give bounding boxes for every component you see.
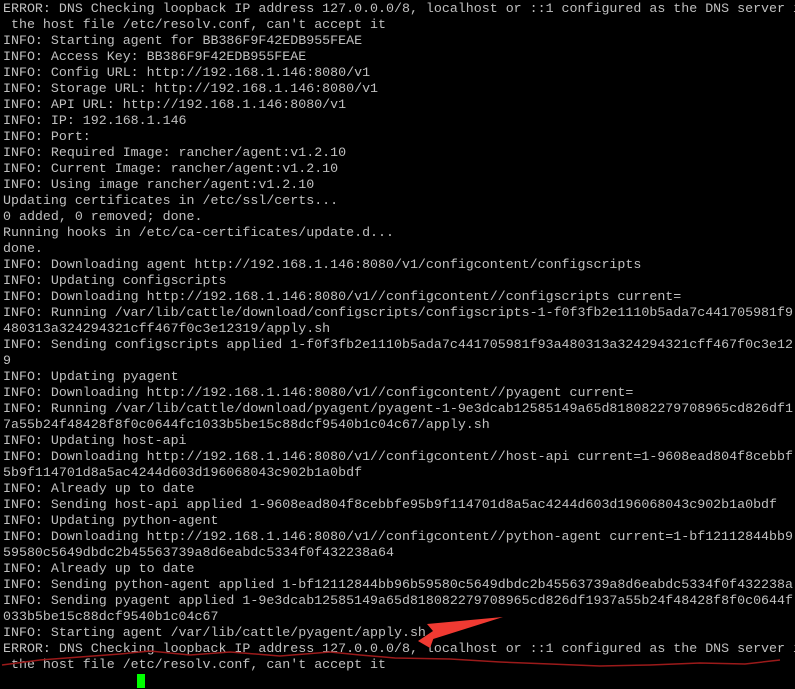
terminal-line: 5b9f114701d8a5ac4244d603d196068043c902b1… (3, 465, 363, 480)
terminal-line: INFO: Sending pyagent applied 1-9e3dcab1… (3, 593, 793, 608)
terminal-line: INFO: Access Key: BB386F9F42EDB955FEAE (3, 49, 307, 64)
terminal-cursor (137, 674, 145, 688)
terminal-line: INFO: Sending host-api applied 1-9608ead… (3, 497, 778, 512)
terminal-line: INFO: Updating python-agent (3, 513, 219, 528)
terminal-line: Updating certificates in /etc/ssl/certs.… (3, 193, 339, 208)
terminal-line: the host file /etc/resolv.conf, can't ac… (3, 17, 387, 32)
terminal-line: ERROR: DNS Checking loopback IP address … (3, 641, 795, 656)
terminal-line: INFO: Starting agent /var/lib/cattle/pya… (3, 625, 426, 640)
terminal-line: INFO: Updating pyagent (3, 369, 179, 384)
terminal-line: INFO: Running /var/lib/cattle/download/c… (3, 305, 793, 320)
terminal-line: INFO: Downloading http://192.168.1.146:8… (3, 385, 634, 400)
terminal-line: the host file /etc/resolv.conf, can't ac… (3, 657, 387, 672)
terminal-line: INFO: Sending python-agent applied 1-bf1… (3, 577, 793, 592)
terminal-line: INFO: Already up to date (3, 481, 195, 496)
terminal-line: INFO: Downloading http://192.168.1.146:8… (3, 529, 793, 544)
terminal-line: INFO: Starting agent for BB386F9F42EDB95… (3, 33, 363, 48)
terminal-line: 7a55b24f48428f8f0c0644fc1033b5be15c88dcf… (3, 417, 490, 432)
terminal-line: INFO: Downloading agent http://192.168.1… (3, 257, 642, 272)
terminal-line: 033b5be15c88dcf9540b1c04c67 (3, 609, 219, 624)
terminal-line: done. (3, 241, 43, 256)
terminal-line: INFO: Updating host-api (3, 433, 187, 448)
terminal-line: INFO: Running /var/lib/cattle/download/p… (3, 401, 793, 416)
terminal-line: INFO: Sending configscripts applied 1-f0… (3, 337, 793, 352)
terminal-line: INFO: Current Image: rancher/agent:v1.2.… (3, 161, 339, 176)
terminal-line: INFO: Port: (3, 129, 91, 144)
terminal-line: INFO: Downloading http://192.168.1.146:8… (3, 449, 793, 464)
terminal-line: 0 added, 0 removed; done. (3, 209, 203, 224)
terminal-line: 59580c5649dbdc2b45563739a8d6eabdc5334f0f… (3, 545, 394, 560)
terminal-line: INFO: IP: 192.168.1.146 (3, 113, 187, 128)
terminal-line: INFO: Required Image: rancher/agent:v1.2… (3, 145, 347, 160)
terminal-line: INFO: Updating configscripts (3, 273, 227, 288)
terminal-line: ERROR: DNS Checking loopback IP address … (3, 1, 795, 16)
terminal-line: INFO: Config URL: http://192.168.1.146:8… (3, 65, 371, 80)
terminal-line: INFO: Using image rancher/agent:v1.2.10 (3, 177, 315, 192)
terminal-line: INFO: API URL: http://192.168.1.146:8080… (3, 97, 347, 112)
terminal-output[interactable]: ERROR: DNS Checking loopback IP address … (3, 1, 795, 689)
terminal-line: 480313a324294321cff467f0c3e12319/apply.s… (3, 321, 331, 336)
terminal-line: INFO: Storage URL: http://192.168.1.146:… (3, 81, 379, 96)
terminal-line: INFO: Downloading http://192.168.1.146:8… (3, 289, 682, 304)
terminal-line: Running hooks in /etc/ca-certificates/up… (3, 225, 394, 240)
terminal-line: 9 (3, 353, 11, 368)
terminal-line: INFO: Already up to date (3, 561, 195, 576)
prompt-line[interactable] (3, 673, 795, 689)
